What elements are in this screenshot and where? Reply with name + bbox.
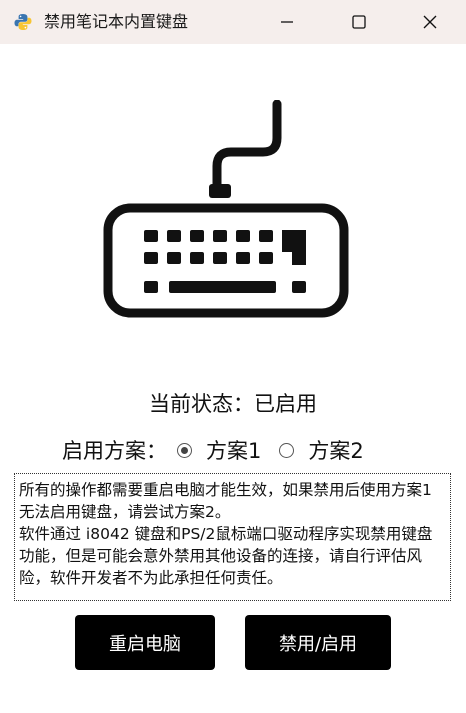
maximize-icon xyxy=(352,15,366,29)
scheme-option-2[interactable]: 方案2 xyxy=(279,435,364,465)
notice-text-box: 所有的操作都需要重启电脑才能生效，如果禁用后使用方案1无法启用键盘，请尝试方案2… xyxy=(14,473,451,601)
app-window: 禁用笔记本内置键盘 当前状态：已启用 启用方案： 方案1 方案2 所有的操作都需… xyxy=(0,0,466,713)
scheme-option-1-label[interactable]: 方案1 xyxy=(206,435,261,465)
maximize-button[interactable] xyxy=(331,0,387,44)
notice-paragraph-1: 所有的操作都需要重启电脑才能生效，如果禁用后使用方案1无法启用键盘，请尝试方案2… xyxy=(19,481,432,521)
radio-button-unchecked[interactable] xyxy=(279,442,295,458)
scheme-option-1[interactable]: 方案1 xyxy=(177,435,261,465)
title-bar[interactable]: 禁用笔记本内置键盘 xyxy=(0,0,466,44)
scheme-label: 启用方案： xyxy=(62,439,167,463)
scheme-option-2-label[interactable]: 方案2 xyxy=(308,435,363,465)
toggle-keyboard-button[interactable]: 禁用/启用 xyxy=(245,615,391,670)
keyboard-icon xyxy=(103,100,349,318)
close-button[interactable] xyxy=(402,0,458,44)
restart-button[interactable]: 重启电脑 xyxy=(75,615,215,670)
python-icon xyxy=(14,14,32,30)
radio-button-checked[interactable] xyxy=(177,442,192,458)
window-title: 禁用笔记本内置键盘 xyxy=(44,12,189,31)
status-text: 当前状态：已启用 xyxy=(149,392,317,416)
notice-paragraph-2: 软件通过 i8042 键盘和PS/2鼠标端口驱动程序实现禁用键盘功能，但是可能会… xyxy=(19,525,433,587)
minimize-icon xyxy=(281,21,293,23)
close-icon xyxy=(423,15,437,29)
minimize-button[interactable] xyxy=(259,0,315,44)
scheme-selector: 启用方案： 方案1 方案2 xyxy=(62,434,364,466)
